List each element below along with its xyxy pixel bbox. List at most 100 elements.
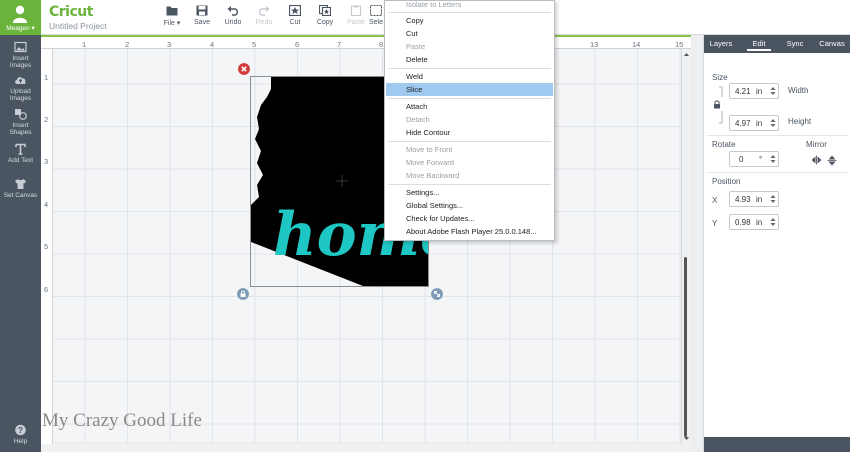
user-menu[interactable]: Meagen ▾ <box>0 0 41 35</box>
tab-layers[interactable]: Layers <box>704 35 738 53</box>
redo-button[interactable]: Redo <box>249 5 279 26</box>
select-label: Sele <box>368 19 383 26</box>
cricut-design-space: Meagen ▾ Insert Images Upload Images Ins… <box>0 0 850 452</box>
menu-item-global-settings[interactable]: Global Settings... <box>386 199 553 212</box>
file-menu-button[interactable]: File ▾ <box>157 5 187 27</box>
position-x-field[interactable]: 4.93 in <box>729 191 779 207</box>
stepper-icon[interactable] <box>769 216 777 228</box>
shirt-icon <box>15 179 26 189</box>
height-label: Height <box>788 117 812 126</box>
copy-label: Copy <box>316 19 334 26</box>
menu-item-move-backward[interactable]: Move Backward <box>386 169 553 182</box>
user-name: Meagen ▾ <box>6 25 35 32</box>
project-name[interactable]: Untitled Project <box>49 21 107 31</box>
sidebar-item-insert-shapes[interactable]: Insert Shapes <box>0 108 41 136</box>
ruler-number: 14 <box>632 40 641 49</box>
height-unit: in <box>756 119 763 128</box>
position-y-field[interactable]: 0.98 in <box>729 214 779 230</box>
lock-handle-icon[interactable] <box>237 288 249 300</box>
redo-icon <box>259 6 270 16</box>
sidebar-label: Upload <box>10 88 31 95</box>
cut-label: Cut <box>289 19 301 26</box>
rotate-value: 0 <box>739 155 744 164</box>
y-unit: in <box>756 218 763 227</box>
resize-handle-icon[interactable] <box>431 288 443 300</box>
menu-item-hide-contour[interactable]: Hide Contour <box>386 126 553 139</box>
sidebar-item-upload-images[interactable]: Upload Images <box>0 74 41 102</box>
ruler-number: 5 <box>44 242 49 251</box>
save-button[interactable]: Save <box>187 5 217 26</box>
cut-button[interactable]: Cut <box>280 5 310 26</box>
edit-panel: Layers Edit Sync Canvas Size 4.21 in Wid… <box>703 35 850 452</box>
menu-item-weld[interactable]: Weld <box>386 70 553 83</box>
menu-separator <box>388 68 551 69</box>
tab-edit[interactable]: Edit <box>743 35 775 53</box>
paste-icon <box>350 5 362 16</box>
ruler-top: 1 2 3 4 5 6 7 8 13 14 15 <box>41 35 691 49</box>
menu-item-delete[interactable]: Delete <box>386 53 553 66</box>
size-label: Size <box>712 73 728 82</box>
height-field[interactable]: 4.97 in <box>729 115 779 131</box>
flip-vertical-icon[interactable] <box>827 155 837 166</box>
ruler-number: 2 <box>44 115 49 124</box>
stepper-icon[interactable] <box>769 85 777 97</box>
horizontal-scrollbar[interactable] <box>41 444 691 452</box>
menu-item-slice[interactable]: Slice <box>386 83 553 96</box>
width-field[interactable]: 4.21 in <box>729 83 779 99</box>
divider <box>707 135 848 136</box>
tab-canvas[interactable]: Canvas <box>815 35 849 53</box>
delete-handle-icon[interactable] <box>238 63 250 75</box>
width-label: Width <box>788 86 809 95</box>
cricut-logo: Cricut <box>49 4 93 20</box>
menu-item-paste[interactable]: Paste <box>386 40 553 53</box>
x-label: X <box>712 196 718 205</box>
scrollbar-thumb[interactable] <box>684 257 687 437</box>
menu-item-detach[interactable]: Detach <box>386 113 553 126</box>
menu-separator <box>388 184 551 185</box>
panel-footer <box>704 437 850 452</box>
x-unit: in <box>756 195 763 204</box>
menu-item-copy[interactable]: Copy <box>386 14 553 27</box>
sidebar-item-help[interactable]: ? Help <box>0 424 41 445</box>
sidebar-item-set-canvas[interactable]: Set Canvas <box>0 178 41 199</box>
menu-separator <box>388 12 551 13</box>
stepper-icon[interactable] <box>769 193 777 205</box>
menu-item-isolate-to-letters[interactable]: Isolate to Letters <box>386 0 553 11</box>
menu-item-move-forward[interactable]: Move Forward <box>386 156 553 169</box>
header: Cricut Untitled Project File ▾ Save Undo <box>41 0 703 35</box>
menu-item-attach[interactable]: Attach <box>386 100 553 113</box>
lock-ratio-icon[interactable] <box>711 85 725 125</box>
tab-sync[interactable]: Sync <box>780 35 810 53</box>
image-icon <box>14 41 27 53</box>
scroll-up-icon <box>684 53 689 56</box>
menu-item-cut[interactable]: Cut <box>386 27 553 40</box>
width-value: 4.21 <box>735 87 751 96</box>
y-value: 0.98 <box>735 218 751 227</box>
user-icon <box>13 5 27 23</box>
stepper-icon[interactable] <box>769 153 777 165</box>
shapes-icon <box>15 109 27 120</box>
copy-button[interactable]: Copy <box>310 5 340 26</box>
menu-item-check-for-updates[interactable]: Check for Updates... <box>386 212 553 225</box>
undo-label: Undo <box>224 19 242 26</box>
sidebar-label: Shapes <box>9 129 32 136</box>
divider <box>707 172 848 173</box>
menu-item-about-flash[interactable]: About Adobe Flash Player 25.0.0.148... <box>386 225 553 238</box>
menu-item-move-to-front[interactable]: Move to Front <box>386 143 553 156</box>
undo-button[interactable]: Undo <box>218 5 248 26</box>
sidebar-label: Insert <box>12 122 29 129</box>
watermark: My Crazy Good Life <box>42 410 202 431</box>
svg-text:?: ? <box>18 426 23 435</box>
rotate-field[interactable]: 0 ° <box>729 151 779 167</box>
cloud-upload-icon <box>15 77 26 84</box>
stepper-icon[interactable] <box>769 117 777 129</box>
menu-item-settings[interactable]: Settings... <box>386 186 553 199</box>
save-icon <box>196 5 208 16</box>
select-all-button[interactable]: Sele <box>366 5 386 26</box>
sidebar-label: Help <box>13 438 28 445</box>
flip-horizontal-icon[interactable] <box>811 155 822 165</box>
paste-label: Paste <box>347 19 365 26</box>
rotate-label: Rotate <box>712 140 736 149</box>
sidebar-item-add-text[interactable]: Add Text <box>0 143 41 164</box>
sidebar-item-insert-images[interactable]: Insert Images <box>0 41 41 69</box>
